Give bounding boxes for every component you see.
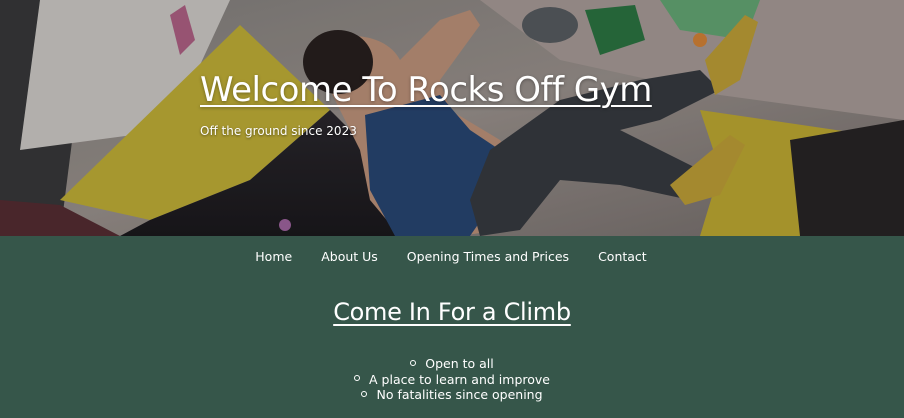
nav-about-us-link[interactable]: About Us: [321, 249, 378, 264]
nav-home-link[interactable]: Home: [255, 249, 292, 264]
list-item: Open to all: [0, 356, 904, 372]
nav-contact-link[interactable]: Contact: [598, 249, 647, 264]
list-item: No fatalities since opening: [0, 387, 904, 403]
page-subtitle: Off the ground since 2023: [200, 124, 357, 138]
nav-opening-times-link[interactable]: Opening Times and Prices: [407, 249, 569, 264]
hero-banner: Welcome To Rocks Off Gym Off the ground …: [0, 0, 904, 236]
hero-text-block: Welcome To Rocks Off Gym Off the ground …: [200, 70, 652, 138]
list-item-text: Open to all: [425, 356, 494, 371]
features-list: Open to all A place to learn and improve…: [0, 356, 904, 403]
main-nav: Home About Us Opening Times and Prices C…: [0, 236, 904, 276]
bullet-icon: [354, 375, 361, 381]
main-content: Come In For a Climb Open to all A place …: [0, 298, 904, 403]
bullet-icon: [410, 359, 417, 366]
list-item-text: No fatalities since opening: [376, 387, 543, 402]
section-title: Come In For a Climb: [333, 298, 571, 326]
page-title: Welcome To Rocks Off Gym: [200, 70, 652, 110]
list-item: A place to learn and improve: [0, 372, 904, 388]
list-item-text: A place to learn and improve: [369, 371, 550, 387]
bullet-icon: [361, 390, 368, 397]
